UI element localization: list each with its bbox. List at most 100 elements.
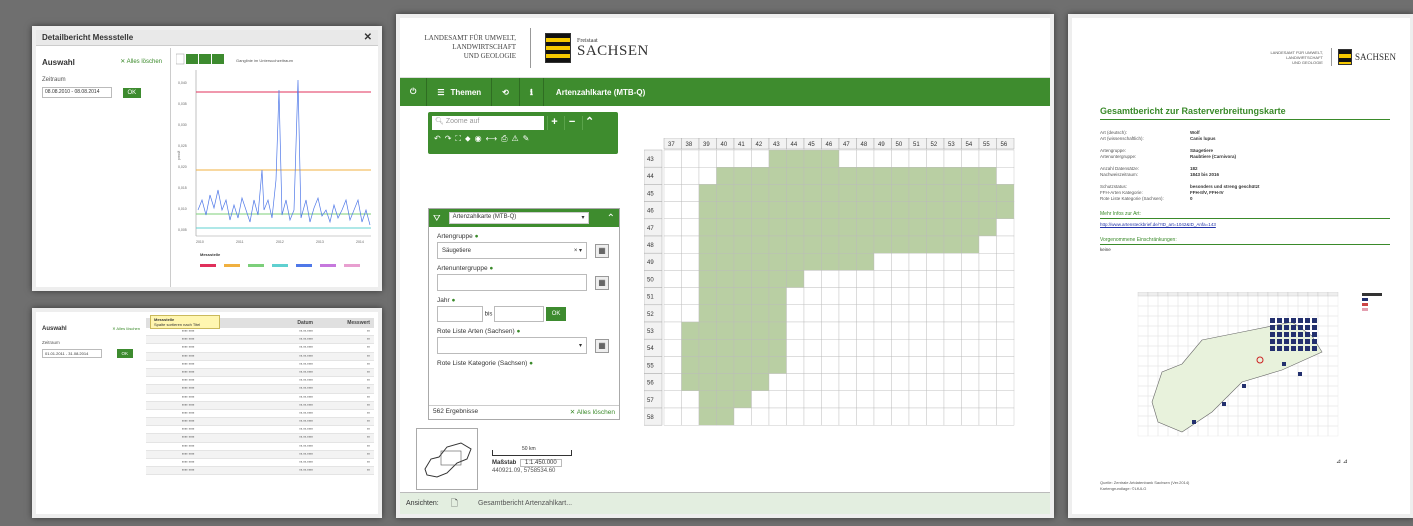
grid-cell[interactable] xyxy=(996,304,1015,323)
grid-cell[interactable] xyxy=(786,373,805,392)
grid-cell[interactable] xyxy=(716,184,735,202)
collapse-icon[interactable]: ⌃ xyxy=(581,116,597,130)
grid-cell[interactable] xyxy=(768,218,787,237)
grid-cell[interactable] xyxy=(908,235,927,254)
grid-cell[interactable] xyxy=(996,167,1015,185)
grid-cell[interactable] xyxy=(891,356,910,374)
grid-cell[interactable] xyxy=(943,390,962,409)
table-row[interactable]: ▪▪▪▪ ▪▪▪▪ ▪▪.▪▪.▪▪▪▪ ▪▪ xyxy=(146,344,374,353)
grid-cell[interactable] xyxy=(838,270,857,288)
grid-cell[interactable] xyxy=(891,287,910,306)
grid-cell[interactable] xyxy=(698,252,717,271)
grid-cell[interactable] xyxy=(943,321,962,340)
grid-cell[interactable] xyxy=(873,287,892,306)
grid-cell[interactable] xyxy=(996,201,1015,219)
grid-cell[interactable] xyxy=(751,304,770,323)
grid-cell[interactable] xyxy=(978,407,997,426)
grid-cell[interactable] xyxy=(943,338,962,357)
grid-cell[interactable] xyxy=(698,149,717,168)
grid-cell[interactable] xyxy=(838,407,857,426)
grid-cell[interactable] xyxy=(996,149,1015,168)
themes-menu-button[interactable]: ☰ Themen xyxy=(427,78,493,106)
grid-cell[interactable] xyxy=(978,321,997,340)
grid-cell[interactable] xyxy=(786,235,805,254)
grid-cell[interactable] xyxy=(821,390,840,409)
grid-cell[interactable] xyxy=(751,149,770,168)
grid-cell[interactable] xyxy=(873,235,892,254)
grid-cell[interactable] xyxy=(663,270,682,288)
grid-cell[interactable] xyxy=(838,390,857,409)
grid-cell[interactable] xyxy=(698,338,717,357)
grid-cell[interactable] xyxy=(891,304,910,323)
grid-cell[interactable] xyxy=(768,356,787,374)
grid-cell[interactable] xyxy=(908,287,927,306)
zoom-search-input[interactable]: 🔍︎ Zoome auf xyxy=(432,116,544,130)
grid-cell[interactable] xyxy=(698,184,717,202)
grid-cell[interactable] xyxy=(908,356,927,374)
grid-cell[interactable] xyxy=(978,218,997,237)
grid-cell[interactable] xyxy=(768,167,787,185)
artenuntergruppe-select[interactable] xyxy=(437,274,587,291)
grid-cell[interactable] xyxy=(716,287,735,306)
grid-cell[interactable] xyxy=(716,235,735,254)
year-to-input[interactable] xyxy=(494,306,545,322)
toolbar-btn[interactable] xyxy=(186,54,198,64)
grid-cell[interactable] xyxy=(751,270,770,288)
grid-cell[interactable] xyxy=(716,149,735,168)
table-row[interactable]: ▪▪▪▪ ▪▪▪▪ ▪▪.▪▪.▪▪▪▪ ▪▪ xyxy=(146,401,374,410)
grid-cell[interactable] xyxy=(961,184,980,202)
grid-cell[interactable] xyxy=(908,218,927,237)
grid-cell[interactable] xyxy=(681,390,700,409)
grid-cell[interactable] xyxy=(698,167,717,185)
grid-cell[interactable] xyxy=(786,321,805,340)
grid-cell[interactable] xyxy=(681,167,700,185)
power-icon[interactable]: ⏻ xyxy=(400,78,428,106)
grid-cell[interactable] xyxy=(681,201,700,219)
grid-cell[interactable] xyxy=(751,407,770,426)
table-icon[interactable]: ▦ xyxy=(595,275,609,290)
grid-cell[interactable] xyxy=(856,235,875,254)
grid-cell[interactable] xyxy=(856,167,875,185)
grid-cell[interactable] xyxy=(996,338,1015,357)
grid-cell[interactable] xyxy=(751,167,770,185)
grid-cell[interactable] xyxy=(943,201,962,219)
grid-cell[interactable] xyxy=(751,184,770,202)
grid-cell[interactable] xyxy=(663,201,682,219)
rote-liste-arten-select[interactable]: ▾ xyxy=(437,337,587,354)
zoom-in-button[interactable]: + xyxy=(546,116,562,130)
tag-icon[interactable]: ✎ xyxy=(523,134,534,143)
grid-cell[interactable] xyxy=(873,201,892,219)
grid-cell[interactable] xyxy=(733,373,752,392)
grid-cell[interactable] xyxy=(821,407,840,426)
grid-cell[interactable] xyxy=(961,407,980,426)
grid-cell[interactable] xyxy=(996,252,1015,271)
grid-cell[interactable] xyxy=(821,373,840,392)
grid-cell[interactable] xyxy=(803,390,822,409)
grid-cell[interactable] xyxy=(681,407,700,426)
grid-cell[interactable] xyxy=(978,252,997,271)
grid-cell[interactable] xyxy=(663,184,682,202)
grid-cell[interactable] xyxy=(768,373,787,392)
extent-icon[interactable]: ⛶ xyxy=(455,134,465,143)
clear-all-link[interactable]: ✕ Alles löschen xyxy=(120,58,162,67)
grid-cell[interactable] xyxy=(856,390,875,409)
grid-cell[interactable] xyxy=(681,218,700,237)
grid-cell[interactable] xyxy=(996,373,1015,392)
grid-cell[interactable] xyxy=(996,218,1015,237)
grid-cell[interactable] xyxy=(838,252,857,271)
grid-cell[interactable] xyxy=(716,167,735,185)
grid-cell[interactable] xyxy=(978,201,997,219)
ok-button[interactable]: OK xyxy=(122,87,142,98)
grid-cell[interactable] xyxy=(856,252,875,271)
grid-cell[interactable] xyxy=(768,201,787,219)
close-icon[interactable]: ✕ xyxy=(364,32,372,43)
grid-cell[interactable] xyxy=(821,321,840,340)
grid-cell[interactable] xyxy=(908,167,927,185)
grid-cell[interactable] xyxy=(926,407,945,426)
grid-cell[interactable] xyxy=(716,201,735,219)
grid-cell[interactable] xyxy=(751,356,770,374)
grid-cell[interactable] xyxy=(838,184,857,202)
grid-cell[interactable] xyxy=(891,270,910,288)
grid-cell[interactable] xyxy=(751,218,770,237)
grid-cell[interactable] xyxy=(961,252,980,271)
